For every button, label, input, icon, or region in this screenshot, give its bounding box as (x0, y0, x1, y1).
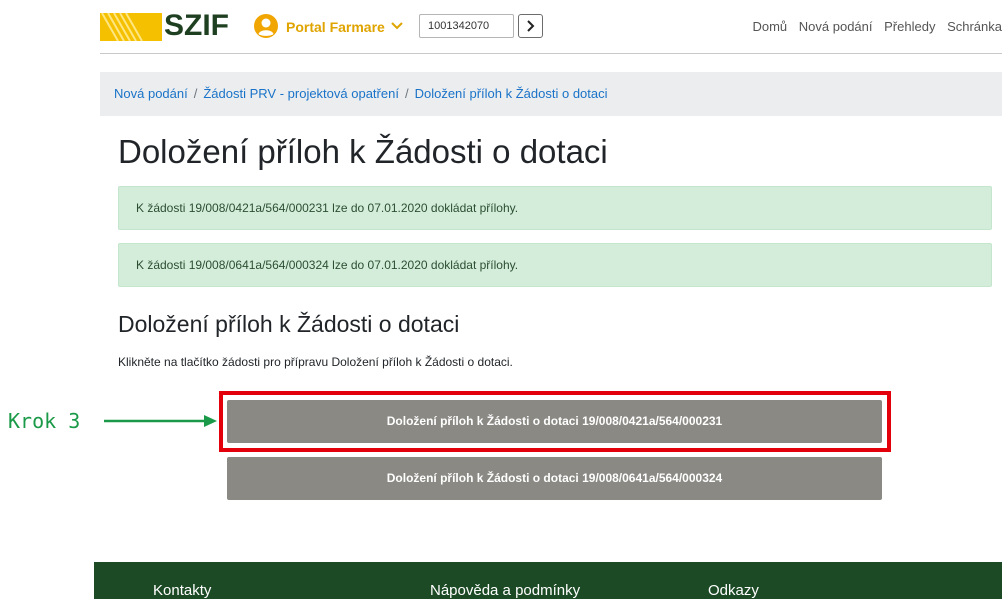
client-id-input[interactable]: 1001342070 (419, 14, 514, 38)
szif-logo-stripes-icon (100, 13, 162, 41)
section-title: Doložení příloh k Žádosti o dotaci (118, 311, 460, 337)
page-title: Doložení příloh k Žádosti o dotaci (118, 133, 608, 170)
top-navigation: Domů Nová podání Přehledy Schránka (744, 19, 1002, 34)
annotation-arrow-icon (104, 415, 217, 427)
breadcrumb-item-nova-podani[interactable]: Nová podání (114, 86, 188, 101)
nav-item-prehledy[interactable]: Přehledy (884, 19, 935, 34)
deadline-alert-1: K žádosti 19/008/0421a/564/000231 lze do… (118, 186, 992, 230)
nav-item-domu[interactable]: Domů (752, 19, 787, 34)
footer-heading-odkazy[interactable]: Odkazy (708, 582, 759, 599)
chevron-right-icon (527, 20, 535, 32)
chevron-down-icon[interactable] (390, 20, 404, 32)
portal-farmare-menu[interactable]: Portal Farmare (286, 19, 385, 35)
deadline-alert-2: K žádosti 19/008/0641a/564/000324 lze do… (118, 243, 992, 287)
breadcrumb-separator: / (193, 86, 198, 101)
nav-item-schranka[interactable]: Schránka (947, 19, 1002, 34)
szif-logo-text[interactable]: SZIF (164, 9, 229, 43)
breadcrumb-separator: / (404, 86, 409, 101)
annotation-step-label: Krok 3 (8, 409, 81, 433)
user-avatar-icon[interactable] (253, 13, 279, 39)
breadcrumb-item-current[interactable]: Doložení příloh k Žádosti o dotaci (415, 86, 608, 101)
breadcrumb: Nová podání / Žádosti PRV - projektová opa… (100, 72, 1002, 116)
nav-item-nova-podani[interactable]: Nová podání (799, 19, 873, 34)
client-id-go-button[interactable] (518, 14, 543, 38)
footer-heading-napoveda[interactable]: Nápověda a podmínky (430, 582, 580, 599)
site-header: SZIF Portal Farmare 1001342070 Domů Nová… (100, 0, 1002, 54)
footer-heading-kontakty[interactable]: Kontakty (153, 582, 211, 599)
attachment-button-000231[interactable]: Doložení příloh k Žádosti o dotaci 19/00… (227, 400, 882, 443)
breadcrumb-item-zadosti-prv[interactable]: Žádosti PRV - projektová opatření (203, 86, 399, 101)
site-footer: Kontakty Nápověda a podmínky Odkazy (94, 562, 1002, 599)
attachment-button-000324[interactable]: Doložení příloh k Žádosti o dotaci 19/00… (227, 457, 882, 500)
section-instruction: Klikněte na tlačítko žádosti pro příprav… (118, 355, 513, 369)
